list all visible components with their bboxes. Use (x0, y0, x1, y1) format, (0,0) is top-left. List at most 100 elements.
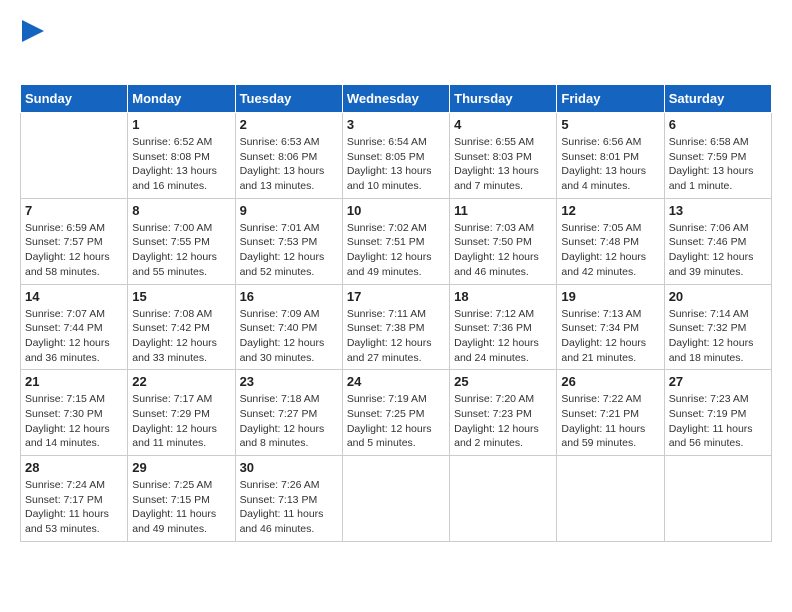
calendar-week-2: 7 Sunrise: 6:59 AM Sunset: 7:57 PM Daylig… (21, 198, 772, 284)
day-info: Sunrise: 6:54 AM Sunset: 8:05 PM Dayligh… (347, 135, 445, 194)
calendar-cell: 16 Sunrise: 7:09 AM Sunset: 7:40 PM Dayli… (235, 284, 342, 370)
day-number: 9 (240, 203, 338, 218)
day-info: Sunrise: 7:25 AM Sunset: 7:15 PM Dayligh… (132, 478, 230, 537)
calendar-week-1: 1 Sunrise: 6:52 AM Sunset: 8:08 PM Daylig… (21, 113, 772, 199)
day-number: 15 (132, 289, 230, 304)
day-info: Sunrise: 6:55 AM Sunset: 8:03 PM Dayligh… (454, 135, 552, 194)
day-info: Sunrise: 7:24 AM Sunset: 7:17 PM Dayligh… (25, 478, 123, 537)
day-info: Sunrise: 7:09 AM Sunset: 7:40 PM Dayligh… (240, 307, 338, 366)
day-info: Sunrise: 7:01 AM Sunset: 7:53 PM Dayligh… (240, 221, 338, 280)
day-info: Sunrise: 7:11 AM Sunset: 7:38 PM Dayligh… (347, 307, 445, 366)
calendar-cell (664, 456, 771, 542)
day-info: Sunrise: 6:52 AM Sunset: 8:08 PM Dayligh… (132, 135, 230, 194)
page-header: G (20, 20, 772, 74)
calendar-cell: 12Sunrise: 7:05 AM Sunset: 7:48 PM Dayli… (557, 198, 664, 284)
day-info: Sunrise: 7:19 AM Sunset: 7:25 PM Dayligh… (347, 392, 445, 451)
day-number: 21 (25, 374, 123, 389)
day-number: 7 (25, 203, 123, 218)
column-header-monday: Monday (128, 85, 235, 113)
day-info: Sunrise: 7:20 AM Sunset: 7:23 PM Dayligh… (454, 392, 552, 451)
day-number: 30 (240, 460, 338, 475)
day-info: Sunrise: 7:18 AM Sunset: 7:27 PM Dayligh… (240, 392, 338, 451)
day-number: 26 (561, 374, 659, 389)
day-number: 23 (240, 374, 338, 389)
day-number: 4 (454, 117, 552, 132)
calendar-cell: 14Sunrise: 7:07 AM Sunset: 7:44 PM Dayli… (21, 284, 128, 370)
day-info: Sunrise: 7:02 AM Sunset: 7:51 PM Dayligh… (347, 221, 445, 280)
day-info: Sunrise: 6:53 AM Sunset: 8:06 PM Dayligh… (240, 135, 338, 194)
day-number: 11 (454, 203, 552, 218)
day-number: 2 (240, 117, 338, 132)
calendar-table: SundayMondayTuesdayWednesdayThursdayFrid… (20, 84, 772, 542)
column-header-saturday: Saturday (664, 85, 771, 113)
calendar-cell: 1 Sunrise: 6:52 AM Sunset: 8:08 PM Daylig… (128, 113, 235, 199)
calendar-cell: 3 Sunrise: 6:54 AM Sunset: 8:05 PM Daylig… (342, 113, 449, 199)
day-number: 13 (669, 203, 767, 218)
logo: G (20, 20, 44, 74)
day-number: 16 (240, 289, 338, 304)
calendar-cell (21, 113, 128, 199)
calendar-cell: 7 Sunrise: 6:59 AM Sunset: 7:57 PM Daylig… (21, 198, 128, 284)
calendar-cell: 23 Sunrise: 7:18 AM Sunset: 7:27 PM Dayli… (235, 370, 342, 456)
calendar-cell: 9 Sunrise: 7:01 AM Sunset: 7:53 PM Daylig… (235, 198, 342, 284)
day-number: 20 (669, 289, 767, 304)
day-number: 27 (669, 374, 767, 389)
calendar-cell: 4 Sunrise: 6:55 AM Sunset: 8:03 PM Daylig… (450, 113, 557, 199)
day-info: Sunrise: 6:59 AM Sunset: 7:57 PM Dayligh… (25, 221, 123, 280)
day-number: 19 (561, 289, 659, 304)
day-info: Sunrise: 7:03 AM Sunset: 7:50 PM Dayligh… (454, 221, 552, 280)
day-info: Sunrise: 7:15 AM Sunset: 7:30 PM Dayligh… (25, 392, 123, 451)
day-number: 8 (132, 203, 230, 218)
calendar-week-3: 14Sunrise: 7:07 AM Sunset: 7:44 PM Dayli… (21, 284, 772, 370)
calendar-cell: 22 Sunrise: 7:17 AM Sunset: 7:29 PM Dayli… (128, 370, 235, 456)
day-number: 28 (25, 460, 123, 475)
day-info: Sunrise: 7:14 AM Sunset: 7:32 PM Dayligh… (669, 307, 767, 366)
day-number: 6 (669, 117, 767, 132)
day-info: Sunrise: 7:22 AM Sunset: 7:21 PM Dayligh… (561, 392, 659, 451)
day-number: 18 (454, 289, 552, 304)
calendar-week-4: 21 Sunrise: 7:15 AM Sunset: 7:30 PM Dayli… (21, 370, 772, 456)
calendar-cell (342, 456, 449, 542)
column-header-friday: Friday (557, 85, 664, 113)
day-number: 1 (132, 117, 230, 132)
column-header-sunday: Sunday (21, 85, 128, 113)
day-number: 5 (561, 117, 659, 132)
day-info: Sunrise: 7:12 AM Sunset: 7:36 PM Dayligh… (454, 307, 552, 366)
column-header-tuesday: Tuesday (235, 85, 342, 113)
day-number: 3 (347, 117, 445, 132)
day-info: Sunrise: 7:13 AM Sunset: 7:34 PM Dayligh… (561, 307, 659, 366)
logo-arrow-icon (22, 20, 44, 42)
calendar-cell: 2 Sunrise: 6:53 AM Sunset: 8:06 PM Daylig… (235, 113, 342, 199)
day-number: 10 (347, 203, 445, 218)
calendar-cell: 8Sunrise: 7:00 AM Sunset: 7:55 PM Daylig… (128, 198, 235, 284)
calendar-cell: 26 Sunrise: 7:22 AM Sunset: 7:21 PM Dayli… (557, 370, 664, 456)
day-number: 22 (132, 374, 230, 389)
calendar-cell: 10 Sunrise: 7:02 AM Sunset: 7:51 PM Dayli… (342, 198, 449, 284)
calendar-cell: 21 Sunrise: 7:15 AM Sunset: 7:30 PM Dayli… (21, 370, 128, 456)
day-info: Sunrise: 7:05 AM Sunset: 7:48 PM Dayligh… (561, 221, 659, 280)
calendar-cell: 19 Sunrise: 7:13 AM Sunset: 7:34 PM Dayli… (557, 284, 664, 370)
calendar-cell: 17 Sunrise: 7:11 AM Sunset: 7:38 PM Dayli… (342, 284, 449, 370)
calendar-cell: 11 Sunrise: 7:03 AM Sunset: 7:50 PM Dayli… (450, 198, 557, 284)
day-info: Sunrise: 7:08 AM Sunset: 7:42 PM Dayligh… (132, 307, 230, 366)
day-number: 25 (454, 374, 552, 389)
calendar-cell (450, 456, 557, 542)
calendar-cell: 13Sunrise: 7:06 AM Sunset: 7:46 PM Dayli… (664, 198, 771, 284)
calendar-cell: 30Sunrise: 7:26 AM Sunset: 7:13 PM Dayli… (235, 456, 342, 542)
calendar-cell: 29 Sunrise: 7:25 AM Sunset: 7:15 PM Dayli… (128, 456, 235, 542)
calendar-cell: 28 Sunrise: 7:24 AM Sunset: 7:17 PM Dayli… (21, 456, 128, 542)
calendar-cell: 27 Sunrise: 7:23 AM Sunset: 7:19 PM Dayli… (664, 370, 771, 456)
day-info: Sunrise: 7:23 AM Sunset: 7:19 PM Dayligh… (669, 392, 767, 451)
day-info: Sunrise: 6:58 AM Sunset: 7:59 PM Dayligh… (669, 135, 767, 194)
calendar-cell: 20 Sunrise: 7:14 AM Sunset: 7:32 PM Dayli… (664, 284, 771, 370)
day-info: Sunrise: 7:17 AM Sunset: 7:29 PM Dayligh… (132, 392, 230, 451)
calendar-cell: 5Sunrise: 6:56 AM Sunset: 8:01 PM Daylig… (557, 113, 664, 199)
calendar-cell (557, 456, 664, 542)
calendar-cell: 15 Sunrise: 7:08 AM Sunset: 7:42 PM Dayli… (128, 284, 235, 370)
calendar-week-5: 28 Sunrise: 7:24 AM Sunset: 7:17 PM Dayli… (21, 456, 772, 542)
calendar-cell: 24Sunrise: 7:19 AM Sunset: 7:25 PM Dayli… (342, 370, 449, 456)
day-number: 17 (347, 289, 445, 304)
calendar-cell: 25 Sunrise: 7:20 AM Sunset: 7:23 PM Dayli… (450, 370, 557, 456)
day-number: 14 (25, 289, 123, 304)
day-number: 29 (132, 460, 230, 475)
